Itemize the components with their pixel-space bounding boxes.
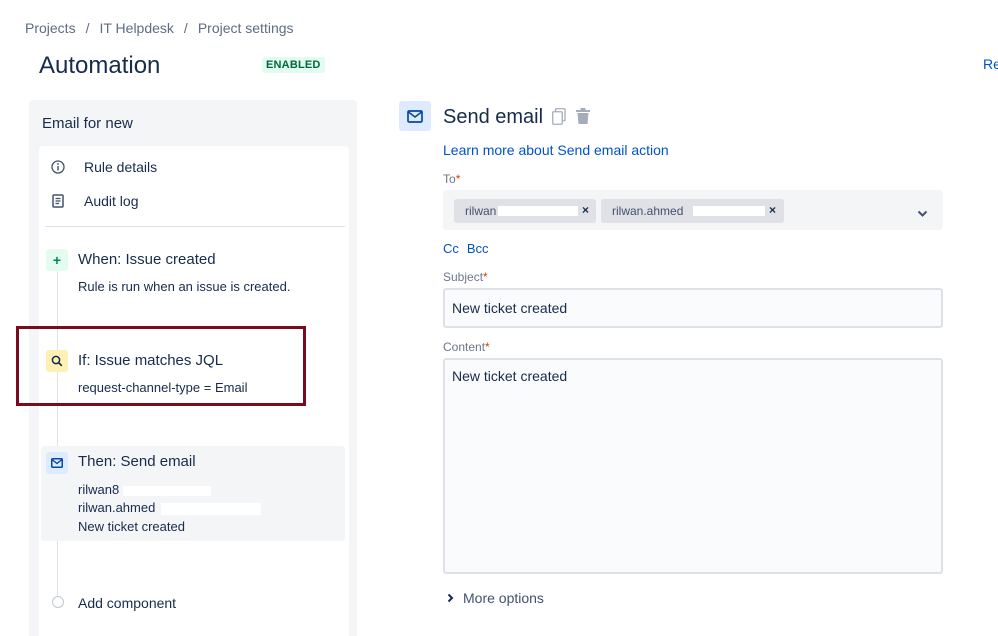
chevron-right-icon — [447, 593, 454, 603]
chevron-down-icon[interactable] — [917, 205, 928, 223]
action-title: Then: Send email — [78, 453, 196, 470]
content-label: Content* — [443, 340, 490, 354]
cc-link[interactable]: Cc — [443, 241, 459, 256]
sidebar-divider — [45, 226, 345, 227]
page-title: Automation — [39, 52, 161, 79]
add-component-button[interactable]: Add component — [78, 595, 176, 611]
more-options-toggle[interactable]: More options — [447, 590, 544, 606]
trigger-title[interactable]: When: Issue created — [78, 251, 216, 268]
content-textarea[interactable]: New ticket created — [443, 358, 943, 574]
mail-icon — [399, 101, 431, 131]
breadcrumb-it-helpdesk[interactable]: IT Helpdesk — [99, 20, 173, 36]
action-recipient-2: rilwan.ahmed — [78, 500, 156, 515]
header-right-link[interactable]: Re — [983, 56, 998, 72]
rule-details-label: Rule details — [84, 159, 158, 175]
breadcrumb-projects[interactable]: Projects — [25, 20, 76, 36]
subject-label-text: Subject — [443, 270, 484, 284]
plus-icon: + — [46, 249, 68, 271]
to-label: To* — [443, 172, 460, 186]
breadcrumb-separator: / — [183, 20, 188, 36]
content-label-text: Content — [443, 340, 486, 354]
add-component-icon — [52, 596, 64, 608]
component-connector-line — [57, 268, 58, 598]
rule-name: Email for new — [42, 115, 133, 132]
audit-log-label: Audit log — [84, 193, 139, 209]
recipient-chip-label: rilwan — [465, 204, 497, 218]
redaction — [161, 503, 261, 515]
breadcrumb-project-settings[interactable]: Project settings — [198, 20, 294, 36]
subject-input[interactable]: New ticket created — [443, 288, 943, 328]
more-options-label: More options — [463, 590, 544, 606]
rule-details-link[interactable]: Rule details — [50, 159, 157, 175]
document-icon — [50, 193, 66, 209]
required-marker: * — [485, 340, 490, 354]
required-marker: * — [455, 172, 461, 186]
required-marker: * — [483, 270, 488, 284]
mail-icon — [46, 452, 68, 474]
highlight-annotation-box — [16, 326, 306, 406]
trigger-description: Rule is run when an issue is created. — [78, 279, 291, 294]
action-panel-title: Send email — [443, 106, 544, 128]
copy-icon[interactable] — [552, 108, 566, 130]
cc-bcc-links: Cc Bcc — [443, 241, 489, 256]
remove-recipient-icon[interactable]: × — [582, 203, 589, 217]
bcc-link[interactable]: Bcc — [467, 241, 489, 256]
info-icon — [50, 159, 66, 175]
remove-recipient-icon[interactable]: × — [769, 203, 776, 217]
recipient-chip-label: rilwan.ahmed — [612, 204, 684, 218]
breadcrumb-separator: / — [85, 20, 90, 36]
action-recipient-1: rilwan8 — [78, 482, 120, 497]
redaction — [123, 486, 211, 496]
subject-label: Subject* — [443, 270, 488, 284]
learn-more-link[interactable]: Learn more about Send email action — [443, 142, 669, 158]
redaction — [498, 206, 578, 216]
audit-log-link[interactable]: Audit log — [50, 193, 138, 209]
redaction — [693, 206, 765, 216]
status-badge: ENABLED — [262, 57, 325, 73]
breadcrumb: Projects / IT Helpdesk / Project setting… — [25, 20, 294, 36]
action-subject: New ticket created — [78, 519, 185, 534]
delete-icon[interactable] — [575, 108, 591, 130]
to-label-text: To — [443, 172, 456, 186]
